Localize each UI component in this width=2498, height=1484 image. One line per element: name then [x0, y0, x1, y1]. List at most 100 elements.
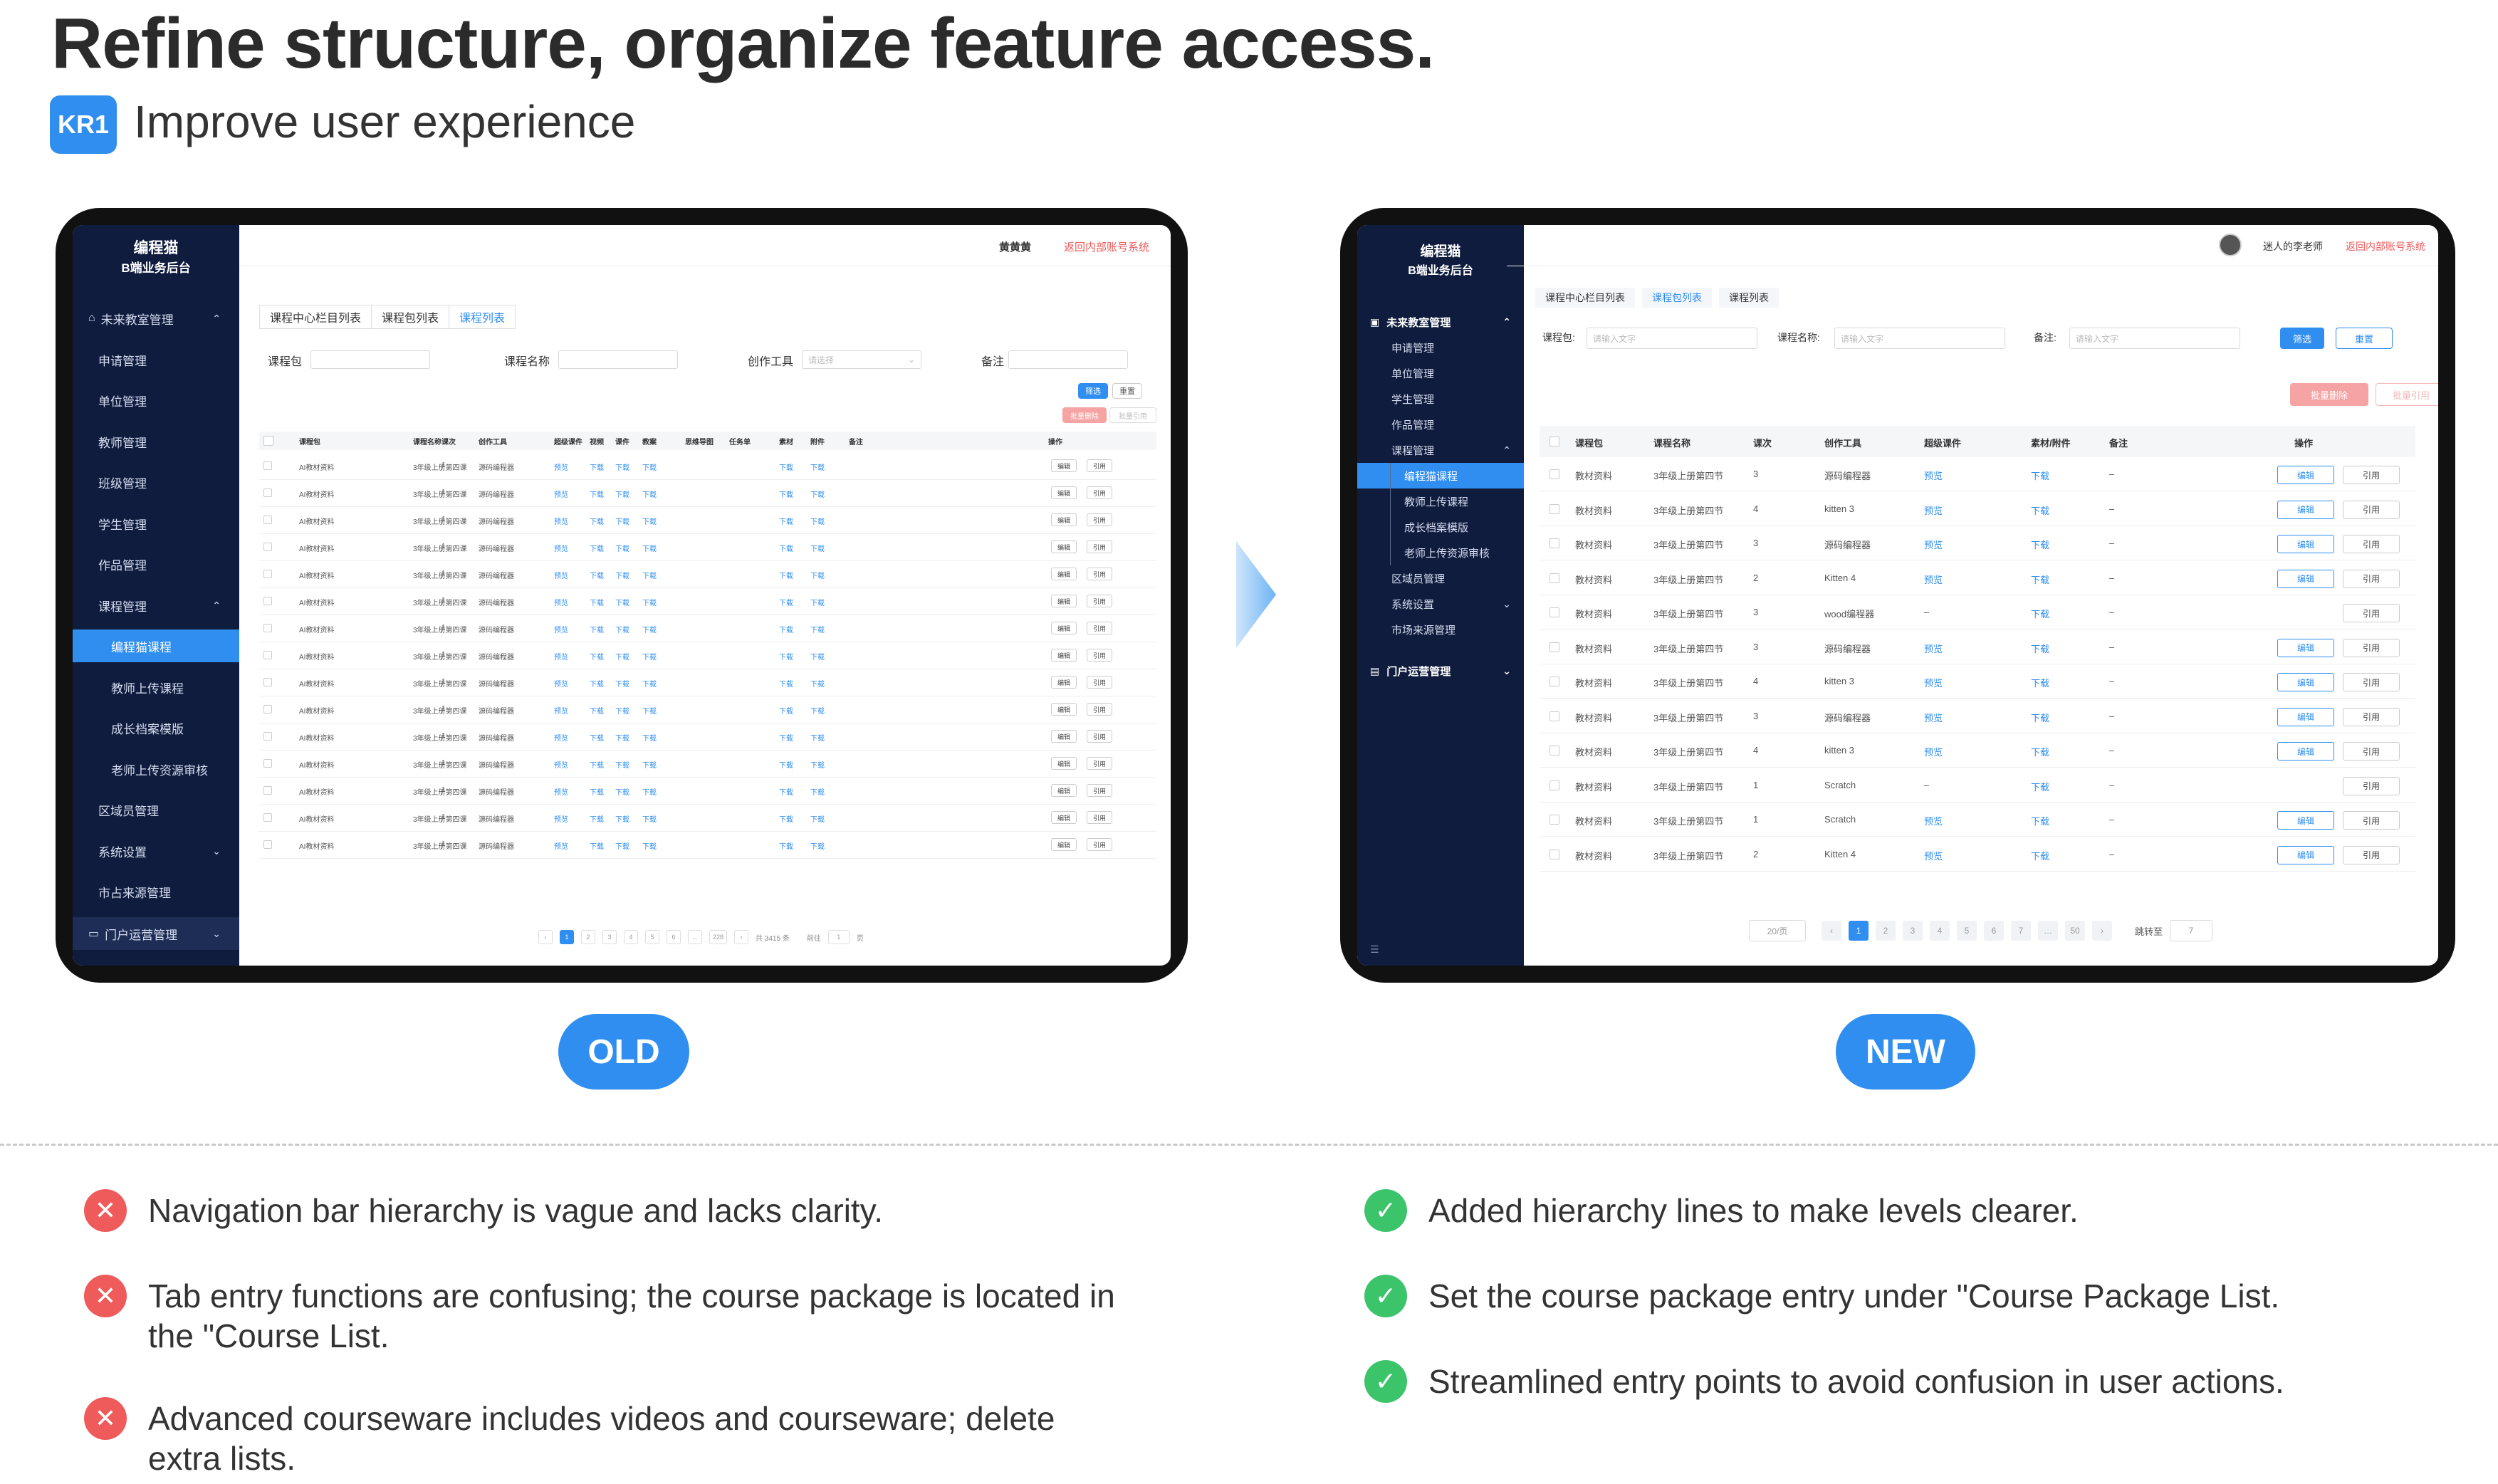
table-cell[interactable]: 下载	[779, 516, 793, 526]
checkbox[interactable]	[1550, 469, 1559, 479]
table-cell[interactable]: 下载	[590, 678, 604, 689]
checkbox[interactable]	[1550, 780, 1559, 790]
table-cell[interactable]: 预览	[554, 678, 568, 689]
quote-button[interactable]: 引用	[1087, 513, 1112, 526]
new-sidebar-item[interactable]: ▤ 门户运营管理 ⌄	[1357, 658, 1524, 684]
old-tab[interactable]: 课程包列表	[371, 305, 450, 329]
table-cell[interactable]: 下载	[779, 678, 793, 689]
checkbox[interactable]	[1550, 676, 1559, 686]
quote-button[interactable]: 引用	[1087, 784, 1112, 797]
checkbox[interactable]	[263, 461, 272, 470]
quote-button[interactable]: 引用	[1087, 676, 1112, 689]
table-cell[interactable]: 下载	[810, 732, 825, 743]
table-cell[interactable]: 下载	[642, 516, 657, 526]
old-filter-pkg-input[interactable]	[310, 350, 430, 369]
table-cell[interactable]: 下载	[2031, 469, 2049, 482]
old-filter-note-input[interactable]	[1008, 350, 1128, 369]
table-cell[interactable]: 预览	[554, 705, 568, 716]
table-cell[interactable]: 下载	[810, 786, 825, 797]
table-cell[interactable]: 下载	[779, 597, 793, 607]
table-cell[interactable]: 下载	[810, 461, 825, 472]
table-cell[interactable]: 下载	[810, 840, 825, 851]
table-cell[interactable]: 下载	[779, 813, 793, 824]
quote-button[interactable]: 引用	[1087, 730, 1112, 743]
page-button[interactable]: 2	[1876, 921, 1896, 941]
old-sidebar-item[interactable]: 市占来源管理	[73, 875, 239, 908]
table-cell[interactable]: 下载	[642, 678, 657, 689]
page-button[interactable]: 6	[1984, 921, 2004, 941]
table-cell[interactable]: 下载	[779, 705, 793, 716]
table-cell[interactable]: 下载	[615, 705, 629, 716]
new-sidebar-item[interactable]: 区域员管理	[1357, 565, 1524, 591]
avatar[interactable]	[2219, 234, 2242, 256]
table-cell[interactable]: 预览	[1924, 503, 1943, 517]
new-filter-button[interactable]: 筛选	[2280, 328, 2324, 349]
edit-button[interactable]: 编辑	[1051, 486, 1077, 499]
old-sidebar-item[interactable]: 单位管理	[73, 384, 239, 417]
new-sidebar-item[interactable]: 学生管理	[1357, 386, 1524, 412]
table-cell[interactable]: 下载	[810, 488, 825, 499]
page-button[interactable]: 50	[2065, 921, 2085, 941]
table-cell[interactable]: 下载	[779, 732, 793, 743]
table-cell[interactable]: 预览	[554, 759, 568, 770]
edit-button[interactable]: 编辑	[1051, 811, 1077, 824]
edit-button[interactable]: 编辑	[1051, 649, 1077, 662]
edit-button[interactable]: 编辑	[2277, 742, 2334, 761]
checkbox[interactable]	[263, 732, 272, 741]
table-cell[interactable]: 预览	[554, 732, 568, 743]
quote-button[interactable]: 引用	[1087, 622, 1112, 634]
quote-button[interactable]: 引用	[2343, 604, 2400, 622]
new-sidebar-item[interactable]: 课程管理 ⌃	[1357, 437, 1524, 463]
edit-button[interactable]: 编辑	[2277, 638, 2334, 657]
new-sidebar-item[interactable]: 系统设置 ⌄	[1357, 591, 1524, 617]
table-cell[interactable]: 预览	[1924, 849, 1943, 862]
checkbox[interactable]	[263, 786, 272, 795]
edit-button[interactable]: 编辑	[1051, 676, 1077, 689]
checkbox[interactable]	[263, 678, 272, 686]
page-button[interactable]: …	[2038, 921, 2058, 941]
table-cell[interactable]: 下载	[810, 678, 825, 689]
edit-button[interactable]: 编辑	[2277, 466, 2334, 484]
table-cell[interactable]: 下载	[615, 732, 629, 743]
old-return-link[interactable]: 返回内部账号系统	[1064, 239, 1149, 254]
table-cell[interactable]: 下载	[810, 516, 825, 526]
page-button[interactable]: …	[688, 930, 702, 944]
page-button[interactable]: ›	[2092, 921, 2112, 941]
table-cell[interactable]: 下载	[779, 488, 793, 499]
table-cell[interactable]: 下载	[615, 624, 629, 634]
edit-button[interactable]: 编辑	[1051, 757, 1077, 770]
table-cell[interactable]: 下载	[2031, 780, 2049, 793]
pager-goto-input[interactable]: 7	[2170, 920, 2213, 941]
table-cell[interactable]: 下载	[642, 488, 657, 499]
pager-goto-input[interactable]: 1	[827, 930, 850, 944]
quote-button[interactable]: 引用	[1087, 838, 1112, 851]
new-sidebar-item[interactable]: 市场来源管理	[1357, 617, 1524, 642]
table-cell[interactable]: 预览	[1924, 573, 1943, 586]
quote-button[interactable]: 引用	[1087, 757, 1112, 770]
page-button[interactable]: 6	[667, 930, 681, 944]
edit-button[interactable]: 编辑	[1051, 703, 1077, 716]
table-cell[interactable]: 下载	[590, 813, 604, 824]
quote-button[interactable]: 引用	[2343, 673, 2400, 691]
checkbox[interactable]	[1550, 573, 1559, 583]
collapse-icon[interactable]: ☰	[1370, 944, 1379, 956]
table-cell[interactable]: 下载	[642, 786, 657, 797]
table-cell[interactable]: 下载	[615, 570, 629, 580]
table-cell[interactable]: 下载	[590, 488, 604, 499]
edit-button[interactable]: 编辑	[2277, 845, 2334, 864]
checkbox[interactable]	[263, 436, 273, 446]
quote-button[interactable]: 引用	[1087, 486, 1112, 499]
new-filter-note-input[interactable]: 请输入文字	[2069, 328, 2240, 349]
table-cell[interactable]: 下载	[590, 624, 604, 634]
checkbox[interactable]	[1550, 815, 1559, 825]
table-cell[interactable]: 预览	[554, 461, 568, 472]
quote-button[interactable]: 引用	[2343, 569, 2400, 588]
page-button[interactable]: 5	[1957, 921, 1977, 941]
table-cell[interactable]: 下载	[642, 597, 657, 607]
table-cell[interactable]: 下载	[779, 570, 793, 580]
new-tab[interactable]: 课程列表	[1719, 288, 1779, 308]
old-tab[interactable]: 课程中心栏目列表	[259, 305, 372, 329]
table-cell[interactable]: 下载	[2031, 642, 2049, 655]
table-cell[interactable]: 下载	[2031, 573, 2049, 586]
table-cell[interactable]: 下载	[590, 461, 604, 472]
